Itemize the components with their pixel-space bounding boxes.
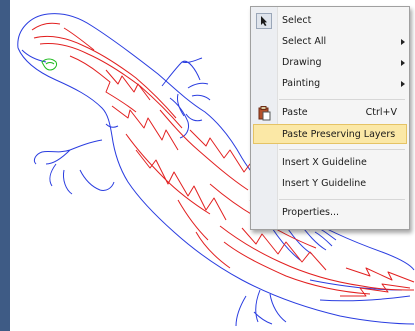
menu-item-select-label: Select — [282, 15, 312, 26]
menu-item-paste-label: Paste — [282, 107, 308, 118]
submenu-arrow-icon — [401, 39, 405, 45]
menu-item-painting[interactable]: Painting — [253, 74, 407, 94]
menu-item-select-all[interactable]: Select All — [253, 32, 407, 52]
submenu-arrow-icon — [401, 81, 405, 87]
submenu-arrow-icon — [401, 60, 405, 66]
menu-item-paste[interactable]: Paste Ctrl+V — [253, 103, 407, 123]
menu-separator — [279, 199, 405, 200]
menu-item-paste-preserving-layers-label: Paste Preserving Layers — [282, 129, 396, 140]
menu-item-paste-shortcut: Ctrl+V — [365, 107, 397, 118]
context-menu: Select Select All Drawing Painting Paste… — [250, 6, 410, 230]
menu-item-paste-preserving-layers[interactable]: Paste Preserving Layers — [253, 124, 407, 144]
menu-item-insert-y-guideline-label: Insert Y Guideline — [282, 178, 367, 189]
menu-item-properties-label: Properties... — [282, 207, 340, 218]
menu-item-select[interactable]: Select — [253, 11, 407, 31]
menu-item-insert-y-guideline[interactable]: Insert Y Guideline — [253, 174, 407, 194]
menu-separator — [279, 149, 405, 150]
menu-item-drawing[interactable]: Drawing — [253, 53, 407, 73]
menu-item-insert-x-guideline[interactable]: Insert X Guideline — [253, 153, 407, 173]
window-left-border — [0, 0, 10, 331]
clipboard-icon — [256, 105, 272, 121]
menu-item-insert-x-guideline-label: Insert X Guideline — [282, 157, 367, 168]
menu-item-select-all-label: Select All — [282, 36, 327, 47]
pointer-arrow-icon — [256, 13, 272, 29]
menu-item-drawing-label: Drawing — [282, 57, 322, 68]
menu-item-properties[interactable]: Properties... — [253, 203, 407, 223]
menu-item-painting-label: Painting — [282, 78, 321, 89]
menu-separator — [279, 99, 405, 100]
lizard-eye — [41, 58, 57, 71]
